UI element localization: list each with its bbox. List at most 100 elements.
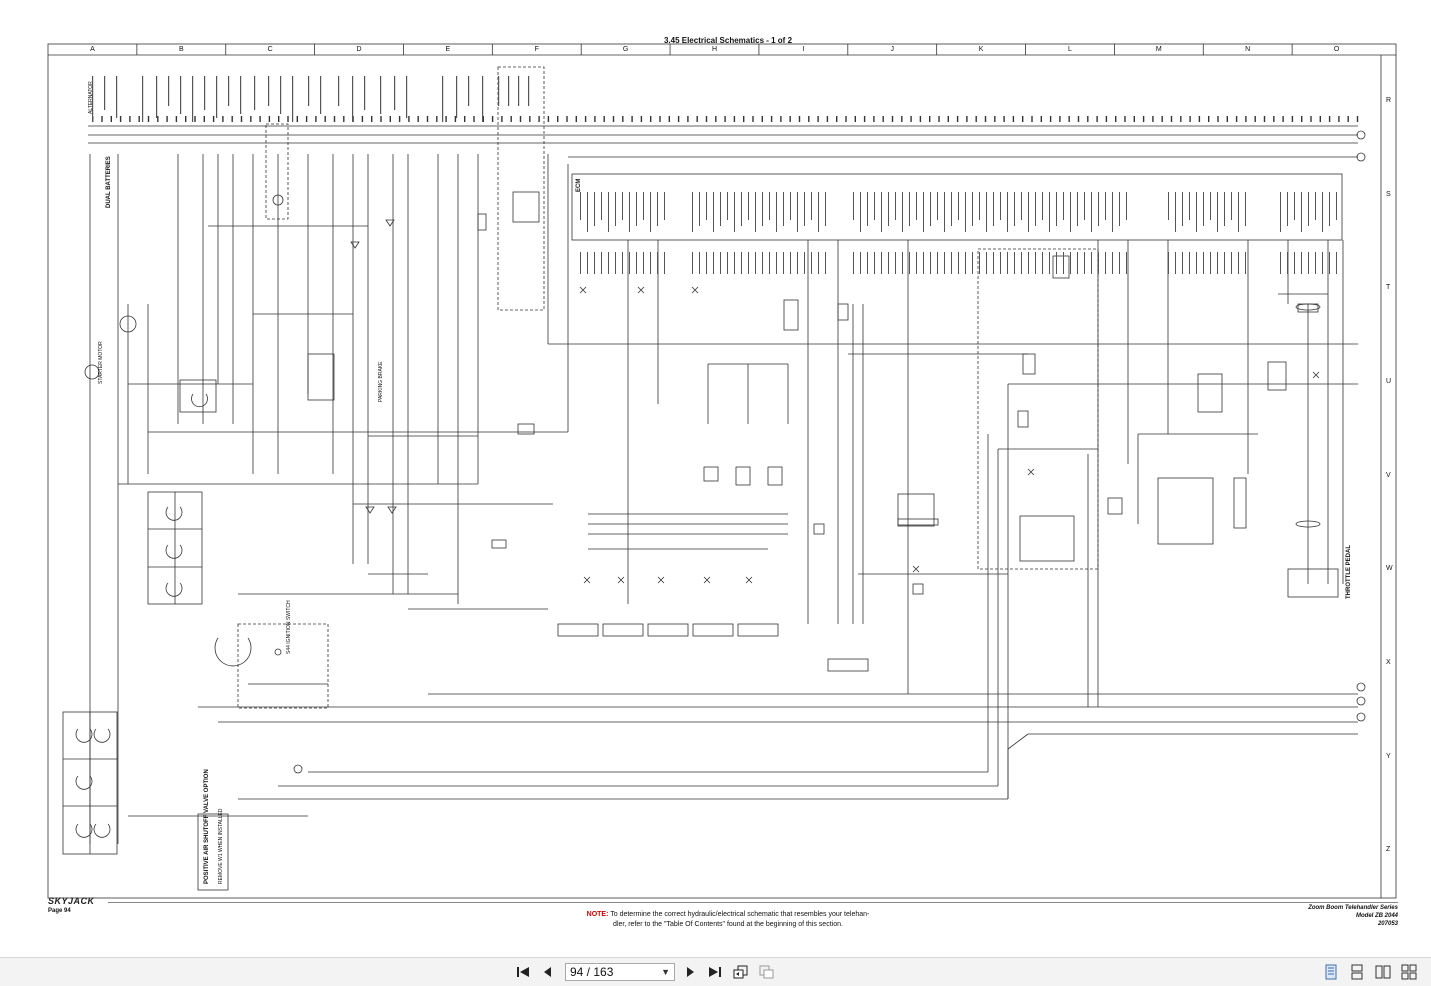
wire-number-mark: [1347, 116, 1349, 122]
ecm-pin-label-mark: [867, 192, 868, 226]
wire-id-mark: [909, 252, 910, 274]
wire-number-mark: [157, 116, 159, 122]
row-label-x: X: [1386, 658, 1391, 666]
first-page-button[interactable]: [514, 964, 532, 980]
note-text-2: dler, refer to the "Table Of Contents" f…: [613, 921, 843, 928]
wire-id-mark: [594, 252, 595, 274]
ecm-pin-label-mark: [902, 192, 903, 232]
ecm-pin-label-mark: [1049, 192, 1050, 232]
facing-continuous-view-button[interactable]: [1401, 964, 1419, 980]
wire-number-mark: [333, 116, 336, 122]
footer-model-info: Zoom Boom Telehandler Series Model ZB 20…: [1238, 904, 1398, 928]
wire-number-mark: [501, 116, 503, 122]
ecm-pin-label-mark: [1315, 192, 1316, 220]
wire-number-mark: [119, 116, 122, 122]
ecm-pin-label-mark: [664, 192, 665, 220]
wire-number-mark: [622, 116, 624, 122]
wire-id-mark: [769, 252, 770, 274]
wire-id-mark: [699, 252, 700, 274]
wire-number-mark: [445, 116, 447, 122]
wire-number-mark: [212, 116, 215, 122]
wire-number-mark: [947, 116, 949, 122]
ecm-pin-label-mark: [762, 192, 763, 226]
first-page-icon: [517, 967, 529, 977]
last-page-button[interactable]: [706, 964, 724, 980]
wire-number-mark: [203, 116, 205, 122]
wire-id-mark: [1112, 252, 1113, 274]
wire-number-mark: [1291, 116, 1294, 122]
signal-name-mark: [116, 76, 118, 118]
wire-number-mark: [129, 116, 131, 122]
ecm-pin-label-mark: [888, 192, 889, 226]
ecm-pin-label-mark: [972, 192, 973, 226]
single-page-view-button[interactable]: [1323, 964, 1341, 980]
ecm-pin-label-mark: [650, 192, 651, 232]
wire-id-mark: [1308, 252, 1309, 274]
column-label-n: N: [1245, 46, 1251, 53]
wire-number-mark: [175, 116, 178, 122]
wire-number-mark: [612, 116, 615, 122]
go-forward-button[interactable]: [758, 964, 776, 980]
wire-number-mark: [529, 116, 531, 122]
wire-number-mark: [436, 116, 438, 122]
wire-id-mark: [825, 252, 826, 274]
ecm-pin-label-mark: [881, 192, 882, 232]
wire-number-mark: [994, 116, 996, 122]
ecm-pin-label-mark: [825, 192, 826, 226]
wire-id-mark: [979, 252, 980, 274]
wire-id-mark: [608, 252, 609, 274]
next-page-button[interactable]: [682, 964, 700, 980]
row-label-t: T: [1386, 284, 1391, 292]
wire-id-mark: [1000, 252, 1001, 274]
column-label-h: H: [711, 46, 718, 53]
prev-page-icon: [544, 967, 551, 977]
ecm-pin-label-mark: [930, 192, 931, 226]
model-name: Model ZB 2044: [1355, 913, 1398, 919]
wire-number-mark: [733, 116, 736, 122]
wire-id-mark: [944, 252, 945, 274]
wire-id-mark: [1084, 252, 1085, 274]
ecm-pin-label-mark: [580, 192, 581, 220]
wire-id-mark: [818, 252, 819, 274]
ecm-pin-label-mark: [748, 192, 749, 220]
wire-id-mark: [622, 252, 623, 274]
wire-id-mark: [923, 252, 924, 274]
go-back-button[interactable]: [732, 964, 750, 980]
continuous-view-button[interactable]: [1349, 964, 1367, 980]
wire-number-mark: [454, 116, 457, 122]
wire-number-mark: [743, 116, 745, 122]
wire-number-mark: [278, 116, 280, 122]
wire-number-mark: [1235, 116, 1238, 122]
wire-id-mark: [1336, 252, 1337, 274]
wire-id-mark: [1224, 252, 1225, 274]
wire-id-mark: [895, 252, 896, 274]
wire-number-mark: [761, 116, 763, 122]
wire-id-mark: [587, 252, 588, 274]
page-selector[interactable]: 94 / 163 ▼: [565, 963, 675, 981]
wire-number-mark: [1152, 116, 1154, 122]
wire-number-mark: [854, 116, 856, 122]
wire-number-mark: [1105, 116, 1108, 122]
wire-number-mark: [1217, 116, 1219, 122]
prev-page-button[interactable]: [538, 964, 556, 980]
wire-number-mark: [929, 116, 931, 122]
wire-number-mark: [426, 116, 429, 122]
ecm-pin-label-mark: [860, 192, 861, 232]
wire-number-mark: [677, 116, 680, 122]
ecm-pin-label-mark: [1287, 192, 1288, 226]
ecm-pin-label-mark: [937, 192, 938, 220]
wire-number-mark: [1115, 116, 1117, 122]
alternator-label: ALTERNATOR: [88, 81, 94, 114]
column-label-d: D: [356, 46, 362, 53]
wire-number-mark: [231, 116, 233, 122]
signal-name-mark: [394, 76, 396, 110]
wire-id-mark: [867, 252, 868, 274]
wire-number-mark: [1282, 116, 1284, 122]
row-label-y: Y: [1386, 752, 1391, 760]
facing-view-button[interactable]: [1375, 964, 1393, 980]
wire-number-mark: [798, 116, 801, 122]
positive-air-shutoff-label: POSITIVE AIR SHUTOFF VALVE OPTION: [204, 769, 210, 884]
parking-brake-label: PARKING BRAKE: [378, 361, 384, 402]
ecm-pin-label-mark: [1063, 192, 1064, 220]
signal-name-mark: [268, 76, 270, 106]
